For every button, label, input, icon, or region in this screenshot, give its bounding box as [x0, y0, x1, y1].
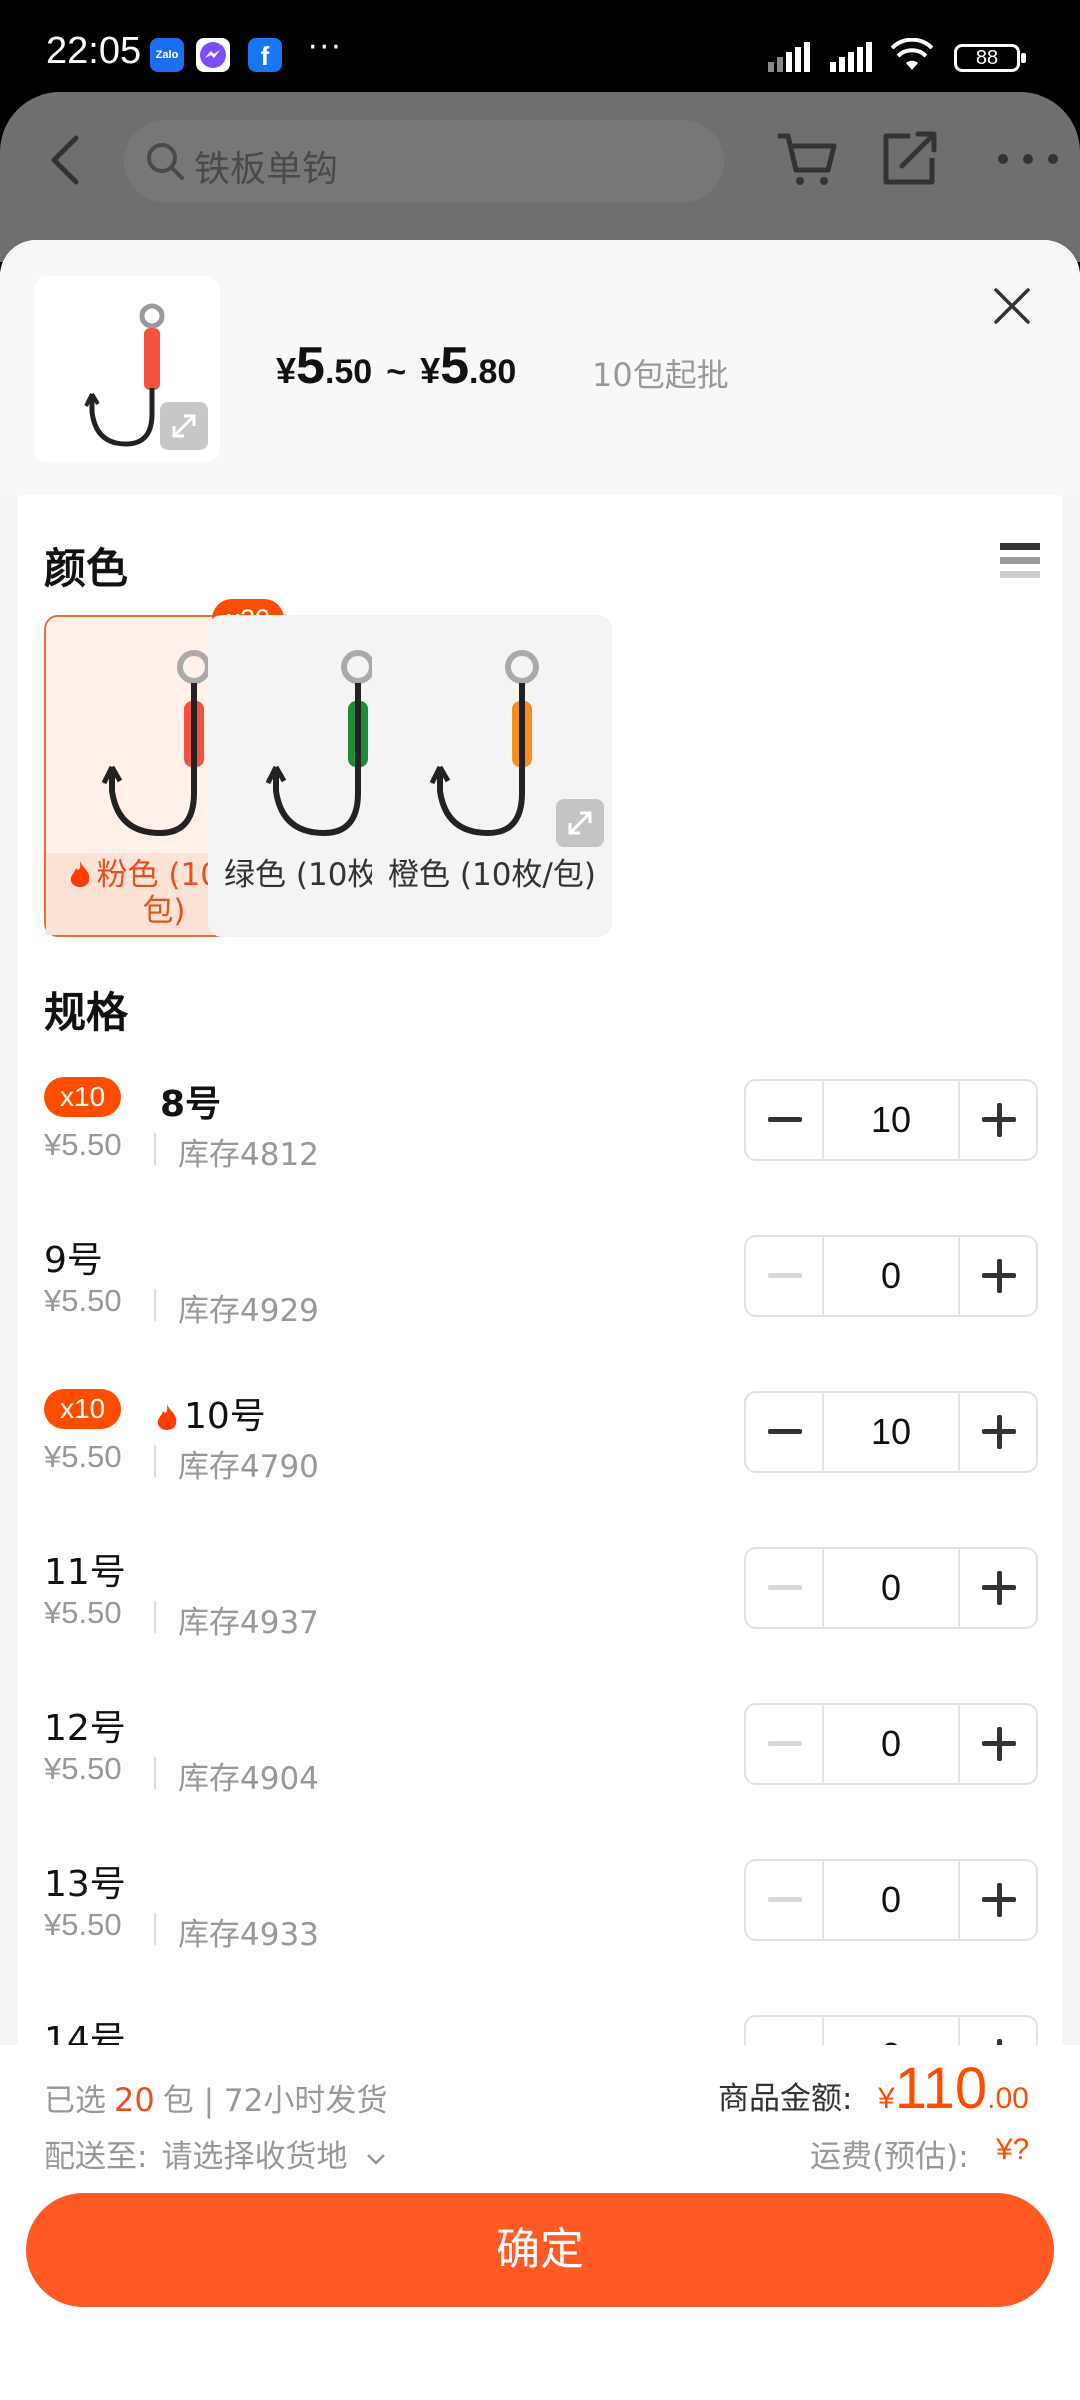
quantity-value[interactable]: 0 [824, 1549, 958, 1627]
divider [154, 1913, 156, 1945]
quantity-stepper: 0 [744, 1547, 1038, 1629]
decrement-button[interactable] [746, 1549, 824, 1627]
spec-stock: 库存4933 [178, 1917, 319, 1953]
spec-row-10: x10 10号 ¥5.50 库存4790 10 [18, 1369, 1062, 1525]
quantity-stepper: 10 [744, 1391, 1038, 1473]
divider [154, 1601, 156, 1633]
minimum-order: 10包起批 [592, 356, 729, 394]
spec-price: ¥5.50 [44, 1439, 122, 1474]
spec-row-9: 9号 ¥5.50 库存4929 0 [18, 1213, 1062, 1369]
order-footer: 已选 20 包 | 72小时发货 配送至: 请选择收货地 商品金额: ¥110.00 … [0, 2045, 1080, 2400]
color-section-title: 颜色 [44, 544, 129, 593]
spec-name: 12号 [44, 1708, 126, 1749]
chevron-down-icon [367, 2153, 386, 2165]
spec-stock: 库存4812 [178, 1137, 319, 1173]
cart-icon[interactable] [776, 132, 838, 188]
quantity-stepper: 0 [744, 1703, 1038, 1785]
quantity-stepper: 0 [744, 1235, 1038, 1317]
divider [154, 1757, 156, 1789]
spec-stock: 库存4904 [178, 1761, 319, 1797]
more-icon[interactable] [996, 152, 1060, 166]
increment-button[interactable] [958, 1081, 1036, 1159]
battery-indicator: 88 [954, 44, 1026, 72]
hot-icon [70, 861, 89, 887]
expand-icon[interactable] [556, 799, 604, 847]
increment-button[interactable] [958, 1861, 1036, 1939]
search-placeholder: 铁板单钩 [194, 149, 339, 190]
color-option-orange[interactable]: 橙色 (10枚/包) [372, 615, 612, 937]
decrement-button[interactable] [746, 1705, 824, 1783]
spec-count-badge: x10 [44, 1389, 122, 1429]
confirm-button[interactable]: 确定 [26, 2193, 1054, 2307]
color-label: 橙色 (10枚/包) [388, 857, 596, 893]
search-icon [147, 143, 184, 180]
hot-icon [157, 1404, 177, 1430]
more-notifications-icon: ··· [308, 30, 343, 65]
increment-button[interactable] [958, 1393, 1036, 1471]
shipping-destination[interactable]: 配送至: 请选择收货地 [44, 2131, 387, 2176]
wifi-icon [890, 38, 934, 70]
list-view-icon[interactable] [998, 539, 1042, 583]
back-icon[interactable] [44, 132, 84, 188]
close-icon[interactable] [990, 284, 1034, 328]
quantity-stepper: 10 [744, 1079, 1038, 1161]
status-time: 22:05 [46, 30, 142, 72]
search-input[interactable]: 铁板单钩 [124, 120, 724, 202]
spec-row-12: 12号 ¥5.50 库存4904 0 [18, 1681, 1062, 1837]
spec-row-13: 13号 ¥5.50 库存4933 0 [18, 1837, 1062, 1993]
amount-label: 商品金额: [718, 2081, 853, 2117]
spec-price: ¥5.50 [44, 1907, 122, 1942]
status-bar: 22:05 Zalo f ··· 88 [0, 0, 1080, 92]
quantity-value[interactable]: 10 [824, 1393, 958, 1471]
sku-content: 颜色 粉色 (10枚/包) x20 [18, 495, 1062, 2055]
divider [154, 1289, 156, 1321]
signal-icon [768, 42, 810, 72]
quantity-value[interactable]: 0 [824, 1705, 958, 1783]
price-range: ¥5.50 ~ ¥5.80 [276, 337, 517, 395]
spec-stock: 库存4929 [178, 1293, 319, 1329]
spec-section-title: 规格 [44, 988, 129, 1037]
increment-button[interactable] [958, 1237, 1036, 1315]
spec-name: 11号 [44, 1552, 126, 1593]
divider [154, 1133, 156, 1165]
quantity-stepper: 0 [744, 1859, 1038, 1941]
quantity-value[interactable]: 0 [824, 1237, 958, 1315]
spec-count-badge: x10 [44, 1077, 122, 1117]
messenger-icon [196, 38, 230, 72]
spec-name: 13号 [44, 1864, 126, 1905]
spec-stock: 库存4790 [178, 1449, 319, 1485]
total-amount: ¥110.00 [878, 2056, 1029, 2121]
freight-value: ¥? [996, 2133, 1030, 2166]
quantity-value[interactable]: 0 [824, 1861, 958, 1939]
selected-summary: 已选 20 包 | 72小时发货 [44, 2081, 388, 2119]
spec-name: 8号 [160, 1084, 222, 1125]
spec-price: ¥5.50 [44, 1751, 122, 1786]
spec-price: ¥5.50 [44, 1127, 122, 1162]
decrement-button[interactable] [746, 1393, 824, 1471]
decrement-button[interactable] [746, 1081, 824, 1159]
divider [154, 1445, 156, 1477]
spec-name: 10号 [154, 1387, 266, 1439]
share-icon[interactable] [880, 128, 940, 188]
sheet-header: ¥5.50 ~ ¥5.80 10包起批 [0, 240, 1080, 495]
increment-button[interactable] [958, 1549, 1036, 1627]
spec-price: ¥5.50 [44, 1595, 122, 1630]
increment-button[interactable] [958, 1705, 1036, 1783]
spec-row-11: 11号 ¥5.50 库存4937 0 [18, 1525, 1062, 1681]
freight-label: 运费(预估): [810, 2139, 969, 2175]
decrement-button[interactable] [746, 1861, 824, 1939]
facebook-icon: f [248, 38, 282, 72]
spec-name: 9号 [44, 1240, 103, 1281]
quantity-value[interactable]: 10 [824, 1081, 958, 1159]
decrement-button[interactable] [746, 1237, 824, 1315]
spec-price: ¥5.50 [44, 1283, 122, 1318]
expand-icon[interactable] [160, 402, 208, 450]
zalo-icon: Zalo [150, 38, 184, 72]
product-thumbnail[interactable] [34, 276, 220, 462]
spec-row-8: x10 8号 ¥5.50 库存4812 10 [18, 1057, 1062, 1213]
signal-icon-2 [830, 42, 872, 72]
spec-stock: 库存4937 [178, 1605, 319, 1641]
page-header: 铁板单钩 [0, 92, 1080, 262]
